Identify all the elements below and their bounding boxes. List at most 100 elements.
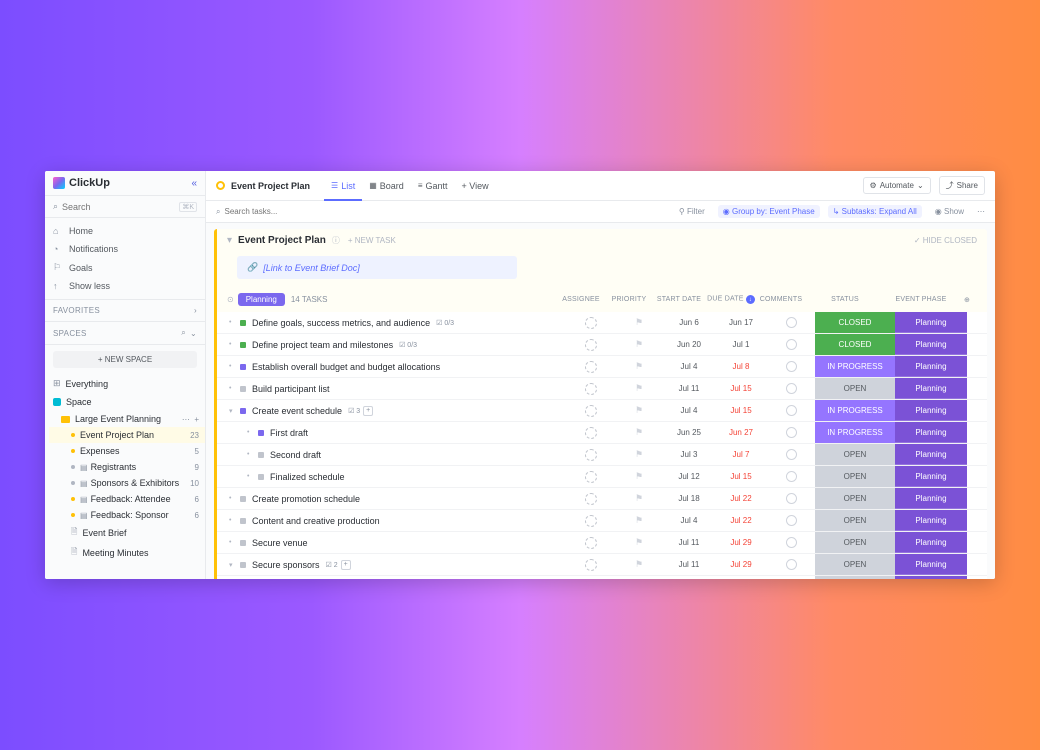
comments-cell[interactable] <box>767 405 815 416</box>
comments-cell[interactable] <box>767 515 815 526</box>
subtask-count[interactable]: ☑ 0/3 <box>399 341 417 349</box>
assignee-cell[interactable] <box>567 559 615 571</box>
sidebar-doc-item[interactable]: 🗎Event Brief <box>49 523 205 543</box>
sidebar-list-item[interactable]: ▤Sponsors & Exhibitors10 <box>49 475 205 491</box>
status-cell[interactable]: CLOSED <box>815 334 895 355</box>
sidebar-list-item[interactable]: ▤Feedback: Sponsor6 <box>49 507 205 523</box>
task-row[interactable]: • Content and creative production ⚑ Jul … <box>217 510 987 532</box>
priority-cell[interactable]: ⚑ <box>615 383 663 394</box>
task-row[interactable]: ▾ Secure sponsors ☑ 2 + ⚑ Jul 11 Jul 29 … <box>217 554 987 576</box>
assignee-cell[interactable] <box>567 339 615 351</box>
task-row[interactable]: • Create promotion schedule ⚑ Jul 18 Jul… <box>217 488 987 510</box>
view-tab-list[interactable]: ☰List <box>324 177 362 195</box>
status-cell[interactable]: CLOSED <box>815 312 895 333</box>
assignee-cell[interactable] <box>567 471 615 483</box>
spaces-header[interactable]: SPACES ⌕ ⌄ <box>45 322 205 345</box>
comments-cell[interactable] <box>767 339 815 350</box>
start-date-cell[interactable]: Jul 12 <box>663 472 715 481</box>
status-cell[interactable]: OPEN <box>815 532 895 553</box>
comments-cell[interactable] <box>767 471 815 482</box>
assignee-cell[interactable] <box>567 361 615 373</box>
collapse-icon[interactable]: ▾ <box>227 235 232 246</box>
automate-button[interactable]: ⚙Automate⌄ <box>863 177 931 194</box>
priority-cell[interactable]: ⚑ <box>615 449 663 460</box>
phase-cell[interactable]: Planning <box>895 400 967 421</box>
start-date-cell[interactable]: Jun 6 <box>663 318 715 327</box>
status-cell[interactable]: OPEN <box>815 466 895 487</box>
priority-cell[interactable]: ⚑ <box>615 427 663 438</box>
everything-item[interactable]: ⊞ Everything <box>45 374 205 393</box>
sidebar-list-item[interactable]: ▤Registrants9 <box>49 459 205 475</box>
priority-cell[interactable]: ⚑ <box>615 537 663 548</box>
task-row[interactable]: • Finalized schedule ⚑ Jul 12 Jul 15 OPE… <box>217 466 987 488</box>
due-date-cell[interactable]: Jul 8 <box>715 362 767 371</box>
view-tab-board[interactable]: ▦Board <box>362 177 411 195</box>
status-cell[interactable]: IN PROGRESS <box>815 400 895 421</box>
due-date-cell[interactable]: Jul 22 <box>715 494 767 503</box>
col-phase[interactable]: EVENT PHASE <box>885 296 957 303</box>
col-assignee[interactable]: ASSIGNEE <box>557 296 605 303</box>
priority-cell[interactable]: ⚑ <box>615 317 663 328</box>
task-name-cell[interactable]: • Define goals, success metrics, and aud… <box>217 314 567 332</box>
doc-link[interactable]: 🔗 [Link to Event Brief Doc] <box>237 256 517 279</box>
folder-more-icon[interactable]: ⋯ + <box>182 415 199 424</box>
start-date-cell[interactable]: Jul 11 <box>663 384 715 393</box>
start-date-cell[interactable]: Jul 11 <box>663 560 715 569</box>
sidebar-doc-item[interactable]: 🗎Meeting Minutes <box>49 543 205 563</box>
status-cell[interactable]: IN PROGRESS <box>815 356 895 377</box>
task-name-cell[interactable]: ▾ Create event schedule ☑ 3 + <box>217 402 567 420</box>
task-name-cell[interactable]: • Build participant list <box>217 380 567 398</box>
phase-cell[interactable]: Planning <box>895 510 967 531</box>
group-badge[interactable]: Planning <box>238 293 285 306</box>
add-subtask-button[interactable]: + <box>363 406 373 416</box>
task-row[interactable]: • Establish overall budget and budget al… <box>217 356 987 378</box>
due-date-cell[interactable]: Jun 17 <box>715 318 767 327</box>
status-cell[interactable]: OPEN <box>815 576 895 579</box>
priority-cell[interactable]: ⚑ <box>615 339 663 350</box>
search-input[interactable] <box>62 202 142 212</box>
sidebar-list-item[interactable]: Expenses5 <box>49 443 205 459</box>
hide-closed-button[interactable]: ✓ HIDE CLOSED <box>914 236 977 245</box>
sidebar-list-item[interactable]: Event Project Plan23 <box>49 427 205 443</box>
start-date-cell[interactable]: Jun 20 <box>663 340 715 349</box>
comments-cell[interactable] <box>767 493 815 504</box>
task-name-cell[interactable]: • Secure venue <box>217 534 567 552</box>
view-tab-gantt[interactable]: ≡Gantt <box>411 177 455 195</box>
new-space-button[interactable]: + NEW SPACE <box>53 351 197 368</box>
phase-cell[interactable]: Planning <box>895 488 967 509</box>
comments-cell[interactable] <box>767 559 815 570</box>
comments-cell[interactable] <box>767 537 815 548</box>
filter-button[interactable]: ⚲ Filter <box>674 205 710 218</box>
show-button[interactable]: ◉ Show <box>930 205 969 218</box>
task-row[interactable]: • First draft ⚑ Jun 25 Jun 27 IN PROGRES… <box>217 422 987 444</box>
assignee-cell[interactable] <box>567 537 615 549</box>
comments-cell[interactable] <box>767 361 815 372</box>
phase-cell[interactable]: Planning <box>895 466 967 487</box>
phase-cell[interactable]: Planning <box>895 554 967 575</box>
due-date-cell[interactable]: Jul 1 <box>715 340 767 349</box>
due-date-cell[interactable]: Jul 29 <box>715 538 767 547</box>
task-name-cell[interactable]: • Create promotion schedule <box>217 490 567 508</box>
nav-show-less[interactable]: ↑Show less <box>45 277 205 295</box>
comments-cell[interactable] <box>767 383 815 394</box>
phase-cell[interactable]: Planning <box>895 334 967 355</box>
subtask-count[interactable]: ☑ 3 <box>348 407 360 415</box>
status-cell[interactable]: OPEN <box>815 444 895 465</box>
assignee-cell[interactable] <box>567 427 615 439</box>
start-date-cell[interactable]: Jul 4 <box>663 362 715 371</box>
assignee-cell[interactable] <box>567 317 615 329</box>
task-search-input[interactable] <box>224 207 324 216</box>
assignee-cell[interactable] <box>567 515 615 527</box>
info-icon[interactable]: ⓘ <box>332 235 340 246</box>
phase-cell[interactable]: Planning <box>895 312 967 333</box>
subtask-count[interactable]: ☑ 2 <box>326 561 338 569</box>
folder-item[interactable]: Large Event Planning ⋯ + <box>49 411 205 427</box>
task-row[interactable]: • Secure venue ⚑ Jul 11 Jul 29 OPEN Plan… <box>217 532 987 554</box>
col-start[interactable]: START DATE <box>653 296 705 303</box>
assignee-cell[interactable] <box>567 449 615 461</box>
phase-cell[interactable]: Planning <box>895 422 967 443</box>
task-row[interactable]: • Create partnership proposals ⚑ Jun 27 … <box>217 576 987 579</box>
subtasks-button[interactable]: ↳ Subtasks: Expand All <box>828 205 922 218</box>
assignee-cell[interactable] <box>567 405 615 417</box>
collapse-sidebar-icon[interactable]: « <box>191 178 197 189</box>
